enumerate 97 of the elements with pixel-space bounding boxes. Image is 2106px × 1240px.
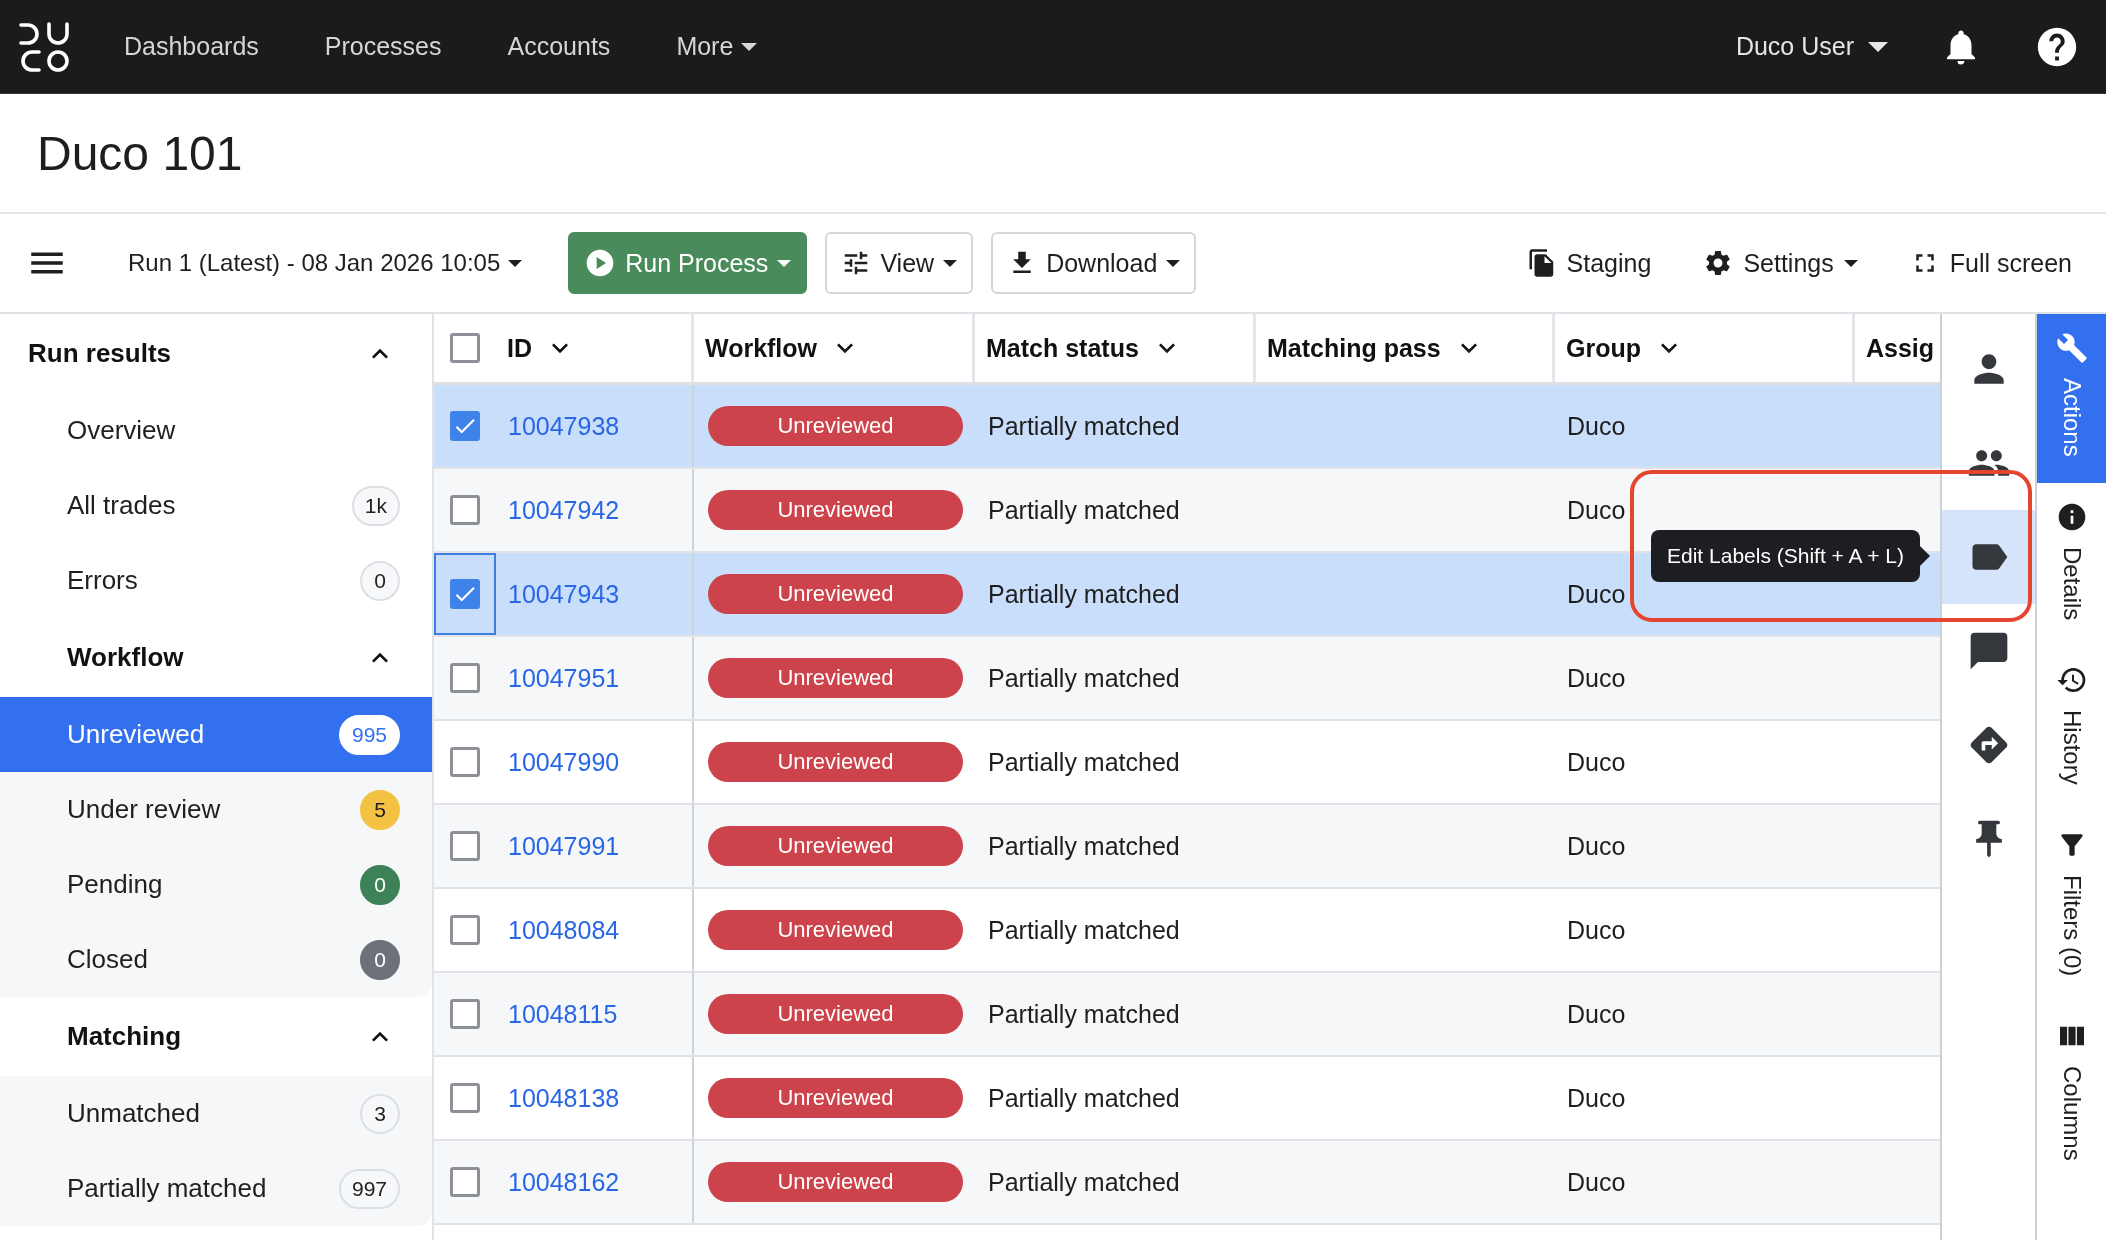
select-all-checkbox[interactable] (450, 333, 480, 363)
row-checkbox[interactable] (450, 999, 480, 1029)
table-cell: Duco (1567, 663, 1626, 693)
table-cell: Partially matched (988, 999, 1180, 1029)
table-cell: Duco (1567, 495, 1626, 525)
table-cell: Partially matched (988, 915, 1180, 945)
panel-tab[interactable]: Details (2037, 482, 2106, 647)
id-link[interactable]: 10048138 (508, 1083, 620, 1113)
status-tag: Unreviewed (708, 490, 963, 530)
sidebar-item[interactable]: Pending 0 (0, 847, 432, 922)
toolbar-button[interactable]: Download (991, 232, 1197, 294)
id-link[interactable]: 10047951 (508, 663, 620, 693)
panel-tab[interactable]: Actions (2037, 314, 2106, 483)
table-cell: Duco (1567, 1083, 1626, 1113)
status-tag: Unreviewed (708, 826, 963, 866)
count-badge: 0 (360, 939, 400, 980)
sidebar-group-header[interactable]: Matching (0, 997, 432, 1076)
toolbar-button[interactable]: Run Process (568, 232, 808, 294)
table-cell: Partially matched (988, 579, 1180, 609)
table-cell: Duco (1567, 1167, 1626, 1197)
status-tag: Unreviewed (708, 658, 963, 698)
user-menu[interactable]: Duco User (1735, 32, 1888, 61)
sidebar-item[interactable]: Unreviewed 995 (0, 697, 432, 772)
id-link[interactable]: 10047943 (508, 579, 620, 609)
page-title: Duco 101 (37, 125, 243, 181)
sidebar-item[interactable]: Closed 0 (0, 922, 432, 997)
id-link[interactable]: 10048115 (508, 999, 618, 1029)
id-link[interactable]: 10048162 (508, 1167, 620, 1197)
toolbar-button[interactable]: View (825, 232, 974, 294)
tooltip: Edit Labels (Shift + A + L) (1651, 530, 1930, 582)
status-tag: Unreviewed (708, 1078, 963, 1118)
id-link[interactable]: 10047942 (508, 495, 620, 525)
id-link[interactable]: 10047991 (508, 831, 620, 861)
count-badge: 997 (338, 1168, 400, 1209)
id-link[interactable]: 10048084 (508, 915, 620, 945)
table-cell: Partially matched (988, 663, 1180, 693)
id-link[interactable]: 10047990 (508, 747, 620, 777)
row-checkbox[interactable] (450, 411, 480, 441)
nav-link[interactable]: Processes (324, 32, 442, 61)
column-header[interactable]: Workflow (694, 314, 975, 382)
toolbar-action[interactable]: Staging (1526, 248, 1652, 278)
sidebar-item[interactable]: Under review 5 (0, 772, 432, 847)
table-cell: Partially matched (988, 831, 1180, 861)
nav-link[interactable]: More (676, 32, 758, 61)
status-tag: Unreviewed (708, 574, 963, 614)
column-header[interactable]: Match status (975, 314, 1256, 382)
status-tag: Unreviewed (708, 910, 963, 950)
rail-button[interactable] (1942, 510, 2035, 604)
table-cell: Duco (1567, 999, 1626, 1029)
count-badge: 0 (360, 864, 400, 905)
column-header[interactable]: ID (496, 314, 694, 382)
table-cell: Duco (1567, 831, 1626, 861)
count-badge: 995 (338, 714, 400, 755)
row-checkbox[interactable] (450, 831, 480, 861)
status-tag: Unreviewed (708, 994, 963, 1034)
row-checkbox[interactable] (450, 915, 480, 945)
sidebar-section-header[interactable]: Run results (0, 314, 432, 393)
row-checkbox[interactable] (450, 747, 480, 777)
table-cell: Duco (1567, 915, 1626, 945)
table-cell: Duco (1567, 411, 1626, 441)
status-tag: Unreviewed (708, 742, 963, 782)
panel-tab[interactable]: Filters (0) (2037, 810, 2106, 1003)
sidebar-item[interactable]: Unmatched 3 (0, 1076, 432, 1151)
count-badge: 0 (360, 560, 400, 601)
column-header[interactable]: Matching pass (1256, 314, 1555, 382)
table-cell: Partially matched (988, 1167, 1180, 1197)
row-checkbox[interactable] (450, 1083, 480, 1113)
column-header[interactable]: Group (1555, 314, 1855, 382)
count-badge: 3 (360, 1093, 400, 1134)
id-link[interactable]: 10047938 (508, 411, 620, 441)
table-cell: Duco (1567, 747, 1626, 777)
sidebar-item[interactable]: Partially matched 997 (0, 1151, 432, 1226)
sidebar-item[interactable]: Overview (0, 393, 432, 468)
count-badge: 1k (351, 485, 400, 526)
nav-link[interactable]: Accounts (507, 32, 611, 61)
status-tag: Unreviewed (708, 1162, 963, 1202)
table-cell: Partially matched (988, 747, 1180, 777)
toolbar-action[interactable]: Full screen (1909, 248, 2072, 278)
row-checkbox[interactable] (450, 579, 480, 609)
panel-tab[interactable]: Columns (2037, 1002, 2106, 1187)
row-checkbox[interactable] (450, 495, 480, 525)
sidebar-item[interactable]: All trades 1k (0, 468, 432, 543)
status-tag: Unreviewed (708, 406, 963, 446)
row-checkbox[interactable] (450, 663, 480, 693)
table-cell: Partially matched (988, 495, 1180, 525)
row-checkbox[interactable] (450, 1167, 480, 1197)
table-cell: Partially matched (988, 1083, 1180, 1113)
count-badge: 5 (360, 789, 400, 830)
sidebar-group-header[interactable]: Workflow (0, 618, 432, 697)
run-selector[interactable]: Run 1 (Latest) - 08 Jan 2026 10:05 (128, 249, 523, 277)
sidebar-item[interactable]: Errors 0 (0, 543, 432, 618)
toolbar-action[interactable]: Settings (1703, 248, 1858, 278)
nav-link[interactable]: Dashboards (124, 32, 259, 61)
panel-tab[interactable]: History (2037, 646, 2106, 811)
wrench-icon (2055, 332, 2088, 364)
table-cell: Partially matched (988, 411, 1180, 441)
table-cell: Duco (1567, 579, 1626, 609)
